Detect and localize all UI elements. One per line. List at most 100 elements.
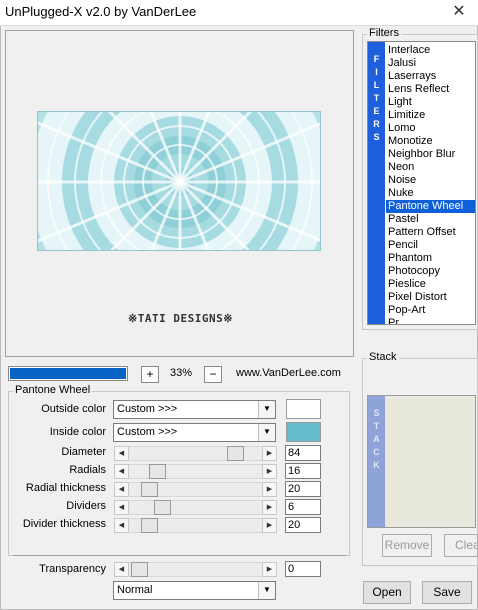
radial-thickness-input[interactable]: 20 [285, 481, 321, 497]
stack-list[interactable]: STACK [367, 395, 476, 528]
filter-item-limitize[interactable]: Limitize [386, 109, 475, 122]
filter-item-pattern-offset[interactable]: Pattern Offset [386, 226, 475, 239]
outside-color-label: Outside color [41, 403, 106, 415]
watermark-text: ※TATI DESIGNS※ [128, 312, 233, 325]
pantone-wheel-preview [38, 112, 320, 250]
diameter-input[interactable]: 84 [285, 445, 321, 461]
scroll-left-icon[interactable]: ◀ [114, 518, 129, 533]
diameter-slider[interactable]: ◀ ▶ [114, 446, 277, 461]
radial-thickness-thumb[interactable] [141, 482, 158, 497]
divider-thickness-slider[interactable]: ◀ ▶ [114, 518, 277, 533]
remove-button[interactable]: Remove [382, 534, 432, 557]
filter-item-monotize[interactable]: Monotize [386, 135, 475, 148]
filters-strip-letter: E [373, 106, 380, 116]
filters-sidebar-strip: FILTERS [368, 42, 385, 324]
scroll-right-icon[interactable]: ▶ [262, 500, 277, 515]
window-title: UnPlugged-X v2.0 by VanDerLee [5, 4, 197, 19]
outside-color-value: Custom >>> [117, 403, 178, 415]
filter-item-pr[interactable]: Pr... [386, 317, 475, 324]
filter-item-pieslice[interactable]: Pieslice [386, 278, 475, 291]
clear-button[interactable]: Clea [444, 534, 478, 557]
scroll-left-icon[interactable]: ◀ [114, 446, 129, 461]
filter-item-neon[interactable]: Neon [386, 161, 475, 174]
dividers-input[interactable]: 6 [285, 499, 321, 515]
chevron-down-icon: ▼ [258, 401, 275, 418]
radials-label: Radials [69, 464, 106, 476]
open-button[interactable]: Open [363, 581, 411, 604]
transparency-label: Transparency [39, 563, 106, 575]
filter-item-pastel[interactable]: Pastel [386, 213, 475, 226]
filter-item-light[interactable]: Light [386, 96, 475, 109]
outside-color-swatch[interactable] [286, 399, 321, 419]
chevron-down-icon: ▼ [258, 582, 275, 599]
blend-mode-value: Normal [117, 584, 153, 596]
divider [13, 555, 346, 556]
progress-bar [8, 366, 128, 381]
transparency-slider[interactable]: ◀ ▶ [114, 562, 277, 577]
filter-item-jalusi[interactable]: Jalusi [386, 57, 475, 70]
radials-input[interactable]: 16 [285, 463, 321, 479]
filters-strip-letter: T [373, 93, 380, 103]
scroll-right-icon[interactable]: ▶ [262, 562, 277, 577]
filters-strip-letter: I [375, 67, 378, 77]
filter-item-pixel-distort[interactable]: Pixel Distort [386, 291, 475, 304]
radial-thickness-label: Radial thickness [25, 482, 106, 494]
outside-color-select[interactable]: Custom >>> ▼ [113, 400, 276, 419]
diameter-thumb[interactable] [227, 446, 244, 461]
inside-color-swatch[interactable] [286, 422, 321, 442]
title-bar[interactable]: UnPlugged-X v2.0 by VanDerLee ✕ [0, 0, 478, 26]
scroll-right-icon[interactable]: ▶ [262, 464, 277, 479]
scroll-left-icon[interactable]: ◀ [114, 482, 129, 497]
filter-item-pop-art[interactable]: Pop-Art [386, 304, 475, 317]
inside-color-label: Inside color [49, 426, 106, 438]
filter-item-lomo[interactable]: Lomo [386, 122, 475, 135]
transparency-thumb[interactable] [131, 562, 148, 577]
scroll-right-icon[interactable]: ▶ [262, 446, 277, 461]
filter-item-neighbor-blur[interactable]: Neighbor Blur [386, 148, 475, 161]
blend-mode-select[interactable]: Normal ▼ [113, 581, 276, 600]
stack-strip-letter: A [373, 434, 380, 444]
filters-strip-letter: F [373, 54, 380, 64]
scroll-left-icon[interactable]: ◀ [114, 562, 129, 577]
filter-item-pantone-wheel[interactable]: Pantone Wheel [386, 200, 475, 213]
radial-thickness-slider[interactable]: ◀ ▶ [114, 482, 277, 497]
filter-item-pencil[interactable]: Pencil [386, 239, 475, 252]
diameter-label: Diameter [61, 446, 106, 458]
zoom-level: 33% [170, 367, 193, 379]
website-link[interactable]: www.VanDerLee.com [236, 367, 341, 379]
divider-thickness-thumb[interactable] [141, 518, 158, 533]
stack-strip-letter: T [373, 421, 380, 431]
filter-item-lens-reflect[interactable]: Lens Reflect [386, 83, 475, 96]
zoom-in-button[interactable]: + [141, 366, 159, 383]
preview-image[interactable] [37, 111, 321, 251]
filter-item-photocopy[interactable]: Photocopy [386, 265, 475, 278]
filters-list[interactable]: FILTERS Interlace Jalusi Laserrays Lens Ref… [367, 41, 476, 325]
params-group-title: Pantone Wheel [13, 384, 93, 396]
inside-color-select[interactable]: Custom >>> ▼ [113, 423, 276, 442]
filter-item-interlace[interactable]: Interlace [386, 44, 475, 57]
radials-slider[interactable]: ◀ ▶ [114, 464, 277, 479]
filters-group-title: Filters [367, 27, 401, 39]
dividers-slider[interactable]: ◀ ▶ [114, 500, 277, 515]
scroll-right-icon[interactable]: ▶ [262, 482, 277, 497]
dividers-thumb[interactable] [154, 500, 171, 515]
progress-fill [10, 368, 126, 379]
stack-group-title: Stack [367, 351, 399, 363]
stack-strip-letter: S [373, 408, 380, 418]
scroll-left-icon[interactable]: ◀ [114, 464, 129, 479]
chevron-down-icon: ▼ [258, 424, 275, 441]
radials-thumb[interactable] [149, 464, 166, 479]
scroll-right-icon[interactable]: ▶ [262, 518, 277, 533]
save-button[interactable]: Save [422, 581, 472, 604]
transparency-input[interactable]: 0 [285, 561, 321, 577]
filter-item-nuke[interactable]: Nuke [386, 187, 475, 200]
stack-strip-letter: K [373, 460, 380, 470]
scroll-left-icon[interactable]: ◀ [114, 500, 129, 515]
stack-sidebar-strip: STACK [368, 396, 385, 527]
filter-item-phantom[interactable]: Phantom [386, 252, 475, 265]
divider-thickness-input[interactable]: 20 [285, 517, 321, 533]
zoom-out-button[interactable]: − [204, 366, 222, 383]
close-button[interactable]: ✕ [446, 2, 472, 22]
filter-item-noise[interactable]: Noise [386, 174, 475, 187]
filter-item-laserrays[interactable]: Laserrays [386, 70, 475, 83]
